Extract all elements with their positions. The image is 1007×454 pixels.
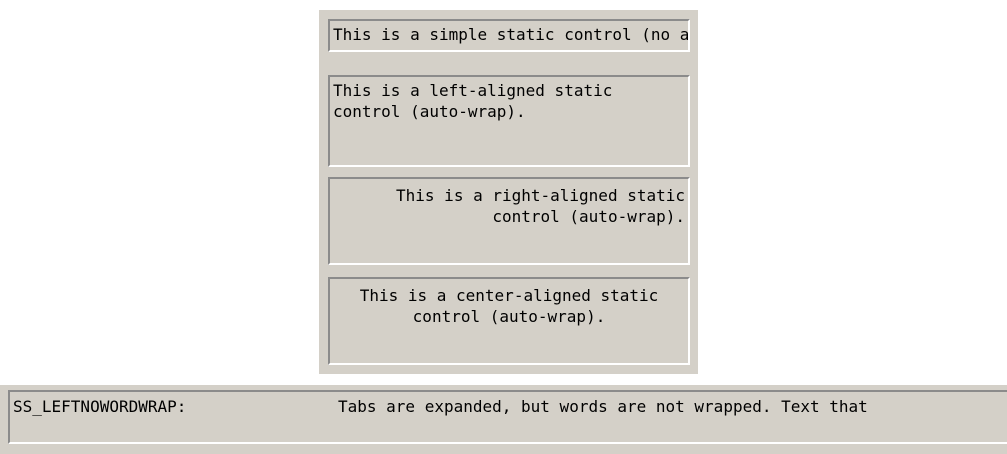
right-aligned-static-control: This is a right-aligned static control (…	[328, 177, 690, 265]
nowrap-static-text: Tabs are expanded, but words are not wra…	[338, 397, 868, 416]
left-no-wordwrap-static-control: SS_LEFTNOWORDWRAP: Tabs are expanded, but…	[8, 390, 1007, 444]
static-controls-panel: This is a simple static control (no auto…	[319, 10, 698, 374]
left-aligned-static-control: This is a left-aligned static control (a…	[328, 75, 690, 167]
nowrap-strip: SS_LEFTNOWORDWRAP: Tabs are expanded, but…	[0, 385, 1007, 454]
nowrap-style-label: SS_LEFTNOWORDWRAP:	[13, 397, 187, 416]
simple-static-control: This is a simple static control (no auto…	[328, 19, 690, 52]
center-aligned-static-control: This is a center-aligned static control …	[328, 277, 690, 365]
